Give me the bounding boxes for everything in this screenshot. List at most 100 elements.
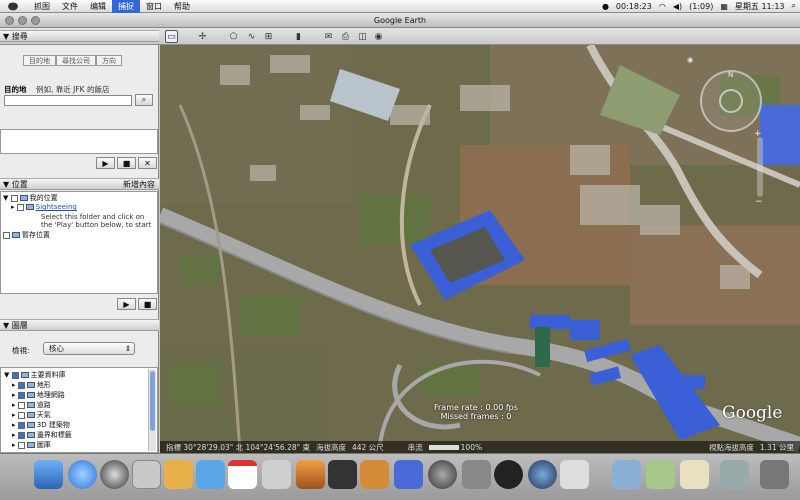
tour-play-button[interactable]: ▶ [117, 298, 136, 310]
layer-item[interactable]: ▸ 3D 建築物 [12, 420, 70, 430]
iphoto-icon[interactable] [296, 460, 325, 489]
spotlight-icon[interactable]: ⌕ [792, 1, 796, 11]
trash-icon[interactable] [760, 460, 789, 489]
destination-label: 目的地 [4, 85, 27, 94]
ical-icon[interactable] [228, 460, 257, 489]
stack-icon[interactable] [646, 460, 675, 489]
search-panel-header[interactable]: ▼ 搜尋 [0, 30, 159, 42]
photo-icon[interactable] [262, 460, 291, 489]
tour-stop-button[interactable]: ■ [138, 298, 157, 310]
image-overlay-icon[interactable]: ⊞ [262, 30, 275, 43]
print-icon[interactable]: ⎙ [339, 30, 352, 43]
record-icon[interactable]: ● [602, 2, 609, 11]
spaces-icon[interactable] [394, 460, 423, 489]
finder-icon[interactable] [34, 460, 63, 489]
layer-checkbox[interactable] [11, 371, 19, 379]
view-select[interactable]: 核心 ⇕ [43, 342, 135, 355]
apple-menu-icon[interactable] [8, 2, 18, 10]
play-button[interactable]: ▶ [96, 157, 115, 169]
layer-checkbox[interactable] [17, 441, 25, 449]
search-button[interactable]: ⌕ [135, 94, 153, 106]
layer-checkbox[interactable] [17, 431, 25, 439]
path-icon[interactable]: ∿ [245, 30, 258, 43]
layer-item[interactable]: ▼ 主要資料庫 [4, 370, 66, 380]
layer-item[interactable]: ▸ 天氣 [12, 410, 51, 420]
preview-icon[interactable] [560, 460, 589, 489]
navigation-ring[interactable]: N [700, 70, 762, 132]
sidebar-toggle-icon[interactable]: ▭ [165, 30, 178, 43]
layer-item[interactable]: ▸ 地形 [12, 380, 51, 390]
layer-checkbox[interactable] [17, 401, 25, 409]
zoom-in-icon[interactable]: + [754, 129, 762, 139]
google-earth-icon[interactable] [528, 460, 557, 489]
menu-edit[interactable]: 编辑 [84, 0, 112, 13]
north-icon[interactable]: N [728, 71, 733, 79]
tab-destination[interactable]: 目的地 [23, 55, 56, 66]
battery-readout[interactable]: (1:09) [689, 2, 713, 11]
ruler-icon[interactable]: ▮ [292, 30, 305, 43]
screenshot-icon[interactable] [720, 460, 749, 489]
safari-icon[interactable] [68, 460, 97, 489]
tab-find-business[interactable]: 尋找公司 [56, 55, 96, 66]
address-book-icon[interactable] [164, 460, 193, 489]
polygon-icon[interactable]: ⬠ [227, 30, 240, 43]
documents-folder-icon[interactable] [612, 460, 641, 489]
menu-grab[interactable]: 抓图 [28, 0, 56, 13]
map-view-icon[interactable]: ◫ [356, 30, 369, 43]
email-icon[interactable]: ✉ [322, 30, 335, 43]
minimize-window-icon[interactable] [18, 16, 27, 25]
sightseeing-checkbox[interactable] [16, 203, 24, 211]
layer-checkbox[interactable] [17, 421, 25, 429]
look-joystick[interactable] [719, 89, 743, 113]
temp-places-checkbox[interactable] [3, 231, 10, 239]
penguin-app-icon[interactable] [494, 460, 523, 489]
downloads-icon[interactable] [680, 460, 709, 489]
layer-icon [26, 422, 35, 428]
places-panel-header[interactable]: ▼ 位置 新增內容 [0, 178, 159, 190]
tree-item-temp-places[interactable]: 暫存位置 [3, 230, 50, 240]
add-content-button[interactable]: 新增內容 [123, 179, 155, 190]
volume-icon[interactable]: ◀) [673, 2, 682, 11]
zoom-slider[interactable] [757, 137, 763, 197]
ichat-icon[interactable] [196, 460, 225, 489]
view-label: 檢視: [12, 346, 30, 355]
clock[interactable]: 星期五 11:13 [735, 1, 785, 12]
layers-scrollbar[interactable] [148, 369, 156, 451]
my-places-checkbox[interactable] [10, 194, 18, 202]
sightseeing-link[interactable]: Sightseeing [36, 203, 77, 211]
menu-window[interactable]: 窗口 [140, 0, 168, 13]
tab-directions[interactable]: 方向 [96, 55, 122, 66]
menu-help[interactable]: 帮助 [168, 0, 196, 13]
imovie-icon[interactable] [328, 460, 357, 489]
eye-icon[interactable]: ◉ [687, 56, 693, 64]
garageband-icon[interactable] [360, 460, 389, 489]
menu-capture[interactable]: 捕捉 [112, 0, 140, 13]
layer-checkbox[interactable] [17, 391, 25, 399]
zoom-out-icon[interactable]: − [755, 197, 763, 207]
layer-item[interactable]: ▸ 道路 [12, 400, 51, 410]
mail-icon[interactable] [132, 460, 161, 489]
flag-icon[interactable]: ▦ [720, 2, 728, 11]
system-preferences-icon[interactable] [462, 460, 491, 489]
layer-item[interactable]: ▸ 邊界和標籤 [12, 430, 72, 440]
destination-input[interactable] [4, 95, 132, 106]
clear-button[interactable]: ✕ [138, 157, 157, 169]
layer-checkbox[interactable] [17, 381, 25, 389]
tree-item-sightseeing[interactable]: ▸ Sightseeing [11, 203, 77, 211]
zoom-window-icon[interactable] [31, 16, 40, 25]
search-results[interactable] [0, 129, 158, 154]
layer-item[interactable]: ▸ 圖庫 [12, 440, 51, 450]
layer-checkbox[interactable] [17, 411, 25, 419]
menu-file[interactable]: 文件 [56, 0, 84, 13]
wifi-icon[interactable]: ◠ [659, 2, 666, 11]
close-window-icon[interactable] [5, 16, 14, 25]
tree-item-my-places[interactable]: ▼ 我的位置 [3, 193, 58, 203]
dashboard-icon[interactable] [100, 460, 129, 489]
layer-item[interactable]: ▸ 地理網路 [12, 390, 65, 400]
layers-panel-header[interactable]: ▼ 圖層 [0, 319, 159, 331]
sky-icon[interactable]: ◉ [372, 30, 385, 43]
stop-button[interactable]: ■ [117, 157, 136, 169]
earth-map-view[interactable]: N ◉ + − Frame rate : 0.00 fps Missed fra… [160, 45, 800, 453]
time-machine-icon[interactable] [428, 460, 457, 489]
placemark-icon[interactable]: ✢ [196, 30, 209, 43]
